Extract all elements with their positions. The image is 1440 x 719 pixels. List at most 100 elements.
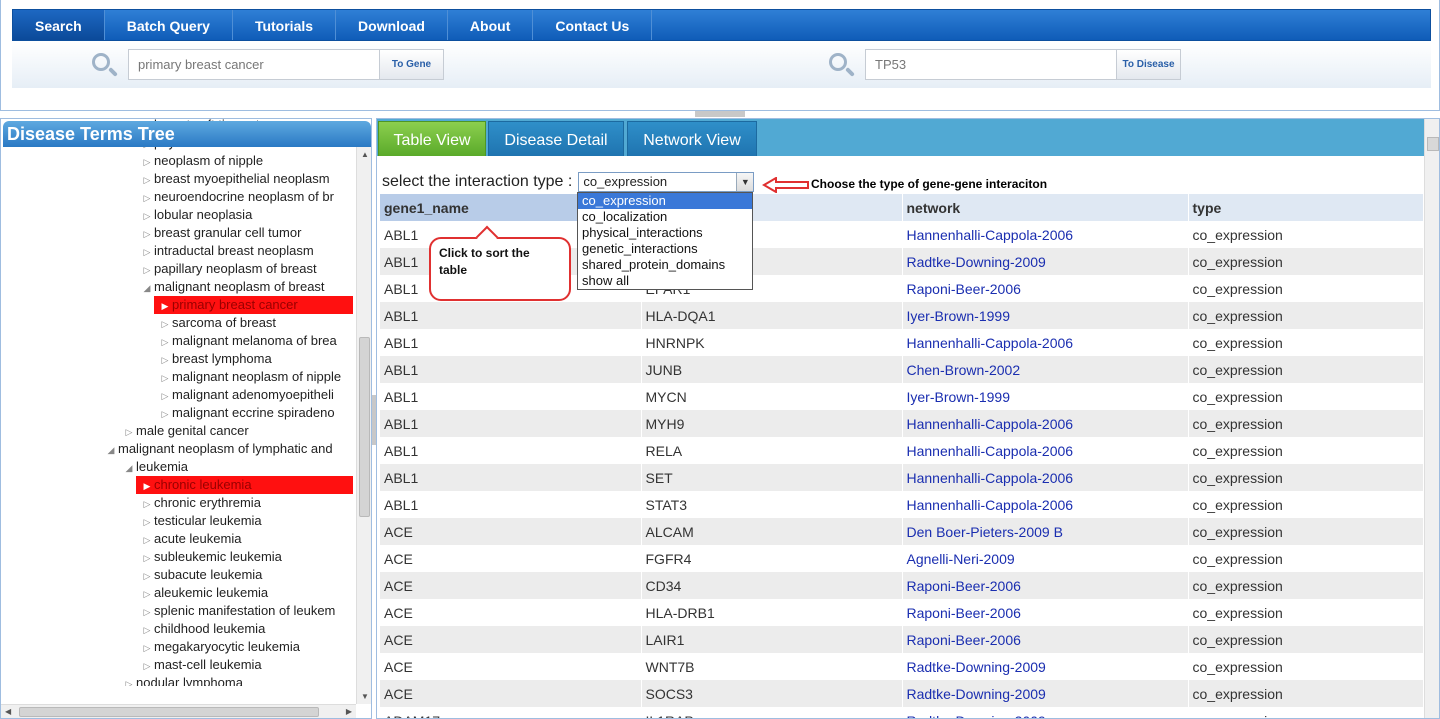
- collapsed-arrow-icon[interactable]: ▷: [140, 621, 154, 639]
- dropdown-option[interactable]: shared_protein_domains: [578, 257, 752, 273]
- nav-about[interactable]: About: [448, 10, 534, 40]
- collapsed-arrow-icon[interactable]: ▷: [140, 567, 154, 585]
- to-gene-button[interactable]: To Gene: [380, 49, 444, 80]
- scroll-down-icon[interactable]: ▼: [361, 692, 369, 701]
- network-link[interactable]: Iyer-Brown-1999: [907, 389, 1011, 405]
- tree-node[interactable]: ▷ malignant melanoma of brea: [1, 332, 356, 350]
- network-link[interactable]: Radtke-Downing-2009: [907, 686, 1046, 702]
- tree-node[interactable]: ▶ primary breast cancer: [154, 296, 353, 314]
- tree-node[interactable]: ▷ splenic manifestation of leukem: [1, 602, 356, 620]
- table-row[interactable]: ACE LAIR1 Raponi-Beer-2006 co_expression: [380, 626, 1424, 653]
- collapsed-arrow-icon[interactable]: ▶: [158, 297, 172, 315]
- collapsed-arrow-icon[interactable]: ▷: [140, 639, 154, 657]
- top-splitter-handle[interactable]: [695, 111, 745, 117]
- collapsed-arrow-icon[interactable]: ▷: [140, 657, 154, 675]
- collapsed-arrow-icon[interactable]: ▷: [158, 315, 172, 333]
- network-link[interactable]: Hannenhalli-Cappola-2006: [907, 443, 1074, 459]
- tree-node[interactable]: ▷ breast granular cell tumor: [1, 224, 356, 242]
- collapsed-arrow-icon[interactable]: ▷: [158, 369, 172, 387]
- collapsed-arrow-icon[interactable]: ▷: [158, 333, 172, 351]
- table-row[interactable]: ABL1 STAT3 Hannenhalli-Cappola-2006 co_expr…: [380, 491, 1424, 518]
- tree-node[interactable]: ▷ malignant adenomyoepitheli: [1, 386, 356, 404]
- tree-node[interactable]: ▶ chronic leukemia: [136, 476, 353, 494]
- tree-node[interactable]: ◢ malignant neoplasm of lymphatic and: [1, 440, 356, 458]
- collapsed-arrow-icon[interactable]: ▷: [140, 585, 154, 603]
- nav-tutorials[interactable]: Tutorials: [233, 10, 337, 40]
- network-link[interactable]: Hannenhalli-Cappola-2006: [907, 416, 1074, 432]
- network-link[interactable]: Iyer-Brown-1999: [907, 308, 1011, 324]
- tab-table-view[interactable]: Table View: [378, 121, 486, 156]
- table-row[interactable]: ABL1 RELA Hannenhalli-Cappola-2006 co_expre…: [380, 437, 1424, 464]
- nav-contact-us[interactable]: Contact Us: [533, 10, 653, 40]
- dropdown-option[interactable]: genetic_interactions: [578, 241, 752, 257]
- collapsed-arrow-icon[interactable]: ▷: [140, 171, 154, 189]
- expanded-arrow-icon[interactable]: ◢: [104, 441, 118, 459]
- table-row[interactable]: ACE ALCAM Den Boer-Pieters-2009 B co_expres…: [380, 518, 1424, 545]
- table-row[interactable]: ACE CD34 Raponi-Beer-2006 co_expression: [380, 572, 1424, 599]
- collapsed-arrow-icon[interactable]: ▷: [140, 549, 154, 567]
- tree-hscroll-thumb[interactable]: [19, 707, 319, 717]
- scroll-left-icon[interactable]: ◀: [5, 707, 11, 716]
- tree-node[interactable]: ◢ malignant neoplasm of breast: [1, 278, 356, 296]
- tree-node[interactable]: ▷ breast myoepithelial neoplasm: [1, 170, 356, 188]
- network-link[interactable]: Hannenhalli-Cappola-2006: [907, 227, 1074, 243]
- gene-search-input[interactable]: [128, 49, 380, 80]
- network-link[interactable]: Hannenhalli-Cappola-2006: [907, 335, 1074, 351]
- network-link[interactable]: Agnelli-Neri-2009: [907, 551, 1015, 567]
- table-row[interactable]: ABL1 SET Hannenhalli-Cappola-2006 co_expres…: [380, 464, 1424, 491]
- table-row[interactable]: ACE FGFR4 Agnelli-Neri-2009 co_expression: [380, 545, 1424, 572]
- table-row[interactable]: ACE SOCS3 Radtke-Downing-2009 co_expression: [380, 680, 1424, 707]
- dropdown-option[interactable]: physical_interactions: [578, 225, 752, 241]
- tree-node[interactable]: ▷ papillary neoplasm of breast: [1, 260, 356, 278]
- tree-node[interactable]: ▷ subacute leukemia: [1, 566, 356, 584]
- table-row[interactable]: ACE HLA-DRB1 Raponi-Beer-2006 co_expression: [380, 599, 1424, 626]
- scroll-up-icon[interactable]: ▲: [361, 150, 369, 159]
- tree-node[interactable]: ▷ megakaryocytic leukemia: [1, 638, 356, 656]
- to-disease-button[interactable]: To Disease: [1117, 49, 1181, 80]
- disease-search-input[interactable]: [865, 49, 1117, 80]
- network-link[interactable]: Den Boer-Pieters-2009 B: [907, 524, 1063, 540]
- collapsed-arrow-icon[interactable]: ▷: [140, 531, 154, 549]
- tree-node[interactable]: ▷ neuroendocrine neoplasm of br: [1, 188, 356, 206]
- collapsed-arrow-icon[interactable]: ▷: [140, 513, 154, 531]
- tree-node[interactable]: ▷ malignant neoplasm of nipple: [1, 368, 356, 386]
- table-row[interactable]: ABL1 JUNB Chen-Brown-2002 co_expression: [380, 356, 1424, 383]
- collapsed-arrow-icon[interactable]: ▷: [122, 423, 136, 441]
- collapsed-arrow-icon[interactable]: ▷: [158, 405, 172, 423]
- collapsed-arrow-icon[interactable]: ▷: [140, 603, 154, 621]
- network-link[interactable]: Hannenhalli-Cappola-2006: [907, 470, 1074, 486]
- tree-node[interactable]: ▷ sarcoma of breast: [1, 314, 356, 332]
- nav-download[interactable]: Download: [336, 10, 448, 40]
- tree-node[interactable]: ▷ subleukemic leukemia: [1, 548, 356, 566]
- tree-node[interactable]: ▷ neoplasm of nipple: [1, 152, 356, 170]
- collapsed-arrow-icon[interactable]: ▷: [140, 243, 154, 261]
- network-link[interactable]: Raponi-Beer-2006: [907, 605, 1021, 621]
- network-link[interactable]: Radtke-Downing-2009: [907, 659, 1046, 675]
- column-header-network[interactable]: network: [902, 194, 1189, 221]
- collapsed-arrow-icon[interactable]: ▷: [140, 189, 154, 207]
- dropdown-option[interactable]: show all: [578, 273, 752, 289]
- tree-node[interactable]: ▷ lobular neoplasia: [1, 206, 356, 224]
- collapsed-arrow-icon[interactable]: ▷: [158, 351, 172, 369]
- network-link[interactable]: Raponi-Beer-2006: [907, 632, 1021, 648]
- tree-node[interactable]: ▷ testicular leukemia: [1, 512, 356, 530]
- network-link[interactable]: Radtke-Downing-2009: [907, 254, 1046, 270]
- tree-node[interactable]: ▷ chronic erythremia: [1, 494, 356, 512]
- nav-batch-query[interactable]: Batch Query: [105, 10, 233, 40]
- tree-node[interactable]: ▷ malignant eccrine spiradeno: [1, 404, 356, 422]
- collapsed-arrow-icon[interactable]: ▷: [140, 495, 154, 513]
- network-link[interactable]: Chen-Brown-2002: [907, 362, 1021, 378]
- collapsed-arrow-icon[interactable]: ▶: [140, 477, 154, 495]
- tree-node[interactable]: ◢ leukemia: [1, 458, 356, 476]
- dropdown-option[interactable]: co_expression: [578, 193, 752, 209]
- tree-scroll-thumb[interactable]: [359, 337, 370, 517]
- expanded-arrow-icon[interactable]: ◢: [140, 279, 154, 297]
- collapsed-arrow-icon[interactable]: ▷: [140, 207, 154, 225]
- table-row[interactable]: ABL1 MYH9 Hannenhalli-Cappola-2006 co_expre…: [380, 410, 1424, 437]
- tree-node[interactable]: ▷ nodular lymphoma: [1, 674, 356, 686]
- result-vertical-scrollbar[interactable]: [1424, 119, 1439, 718]
- tree-node[interactable]: ▷ acute leukemia: [1, 530, 356, 548]
- tab-disease-detail[interactable]: Disease Detail: [488, 121, 624, 156]
- column-header-type[interactable]: type: [1188, 194, 1424, 221]
- result-scroll-thumb[interactable]: [1427, 137, 1439, 151]
